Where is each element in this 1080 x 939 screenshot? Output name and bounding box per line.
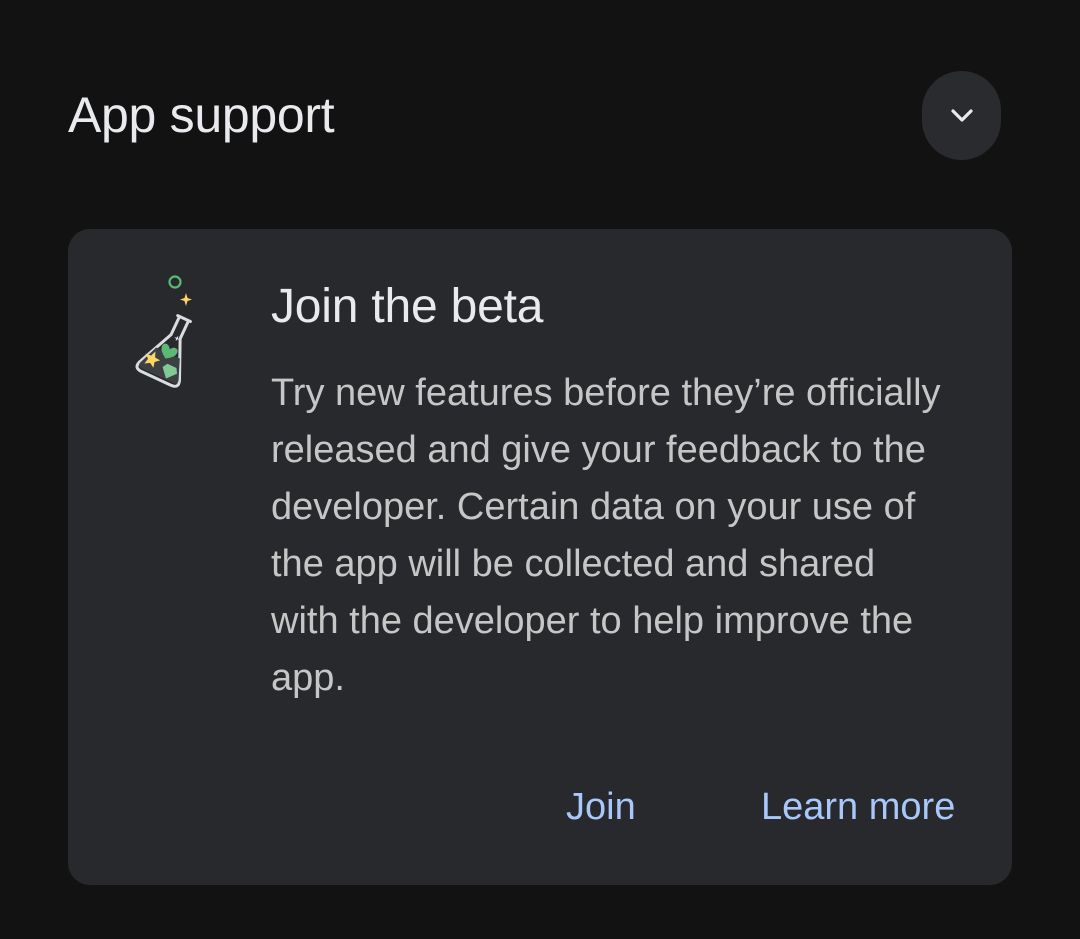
card-description: Try new features before they’re official… xyxy=(271,372,941,699)
join-beta-card: Join the beta Try new features before th… xyxy=(68,229,1012,885)
card-title: Join the beta xyxy=(271,280,544,333)
expand-button[interactable] xyxy=(922,71,1001,160)
learn-more-link[interactable]: Learn more xyxy=(761,777,955,837)
card-actions: Join Learn more xyxy=(68,777,1012,837)
chevron-down-icon xyxy=(950,108,973,122)
join-button[interactable]: Join xyxy=(566,777,636,837)
section-title: App support xyxy=(68,87,335,143)
app-support-header: App support xyxy=(0,0,1080,230)
beta-flask-icon xyxy=(135,275,192,388)
